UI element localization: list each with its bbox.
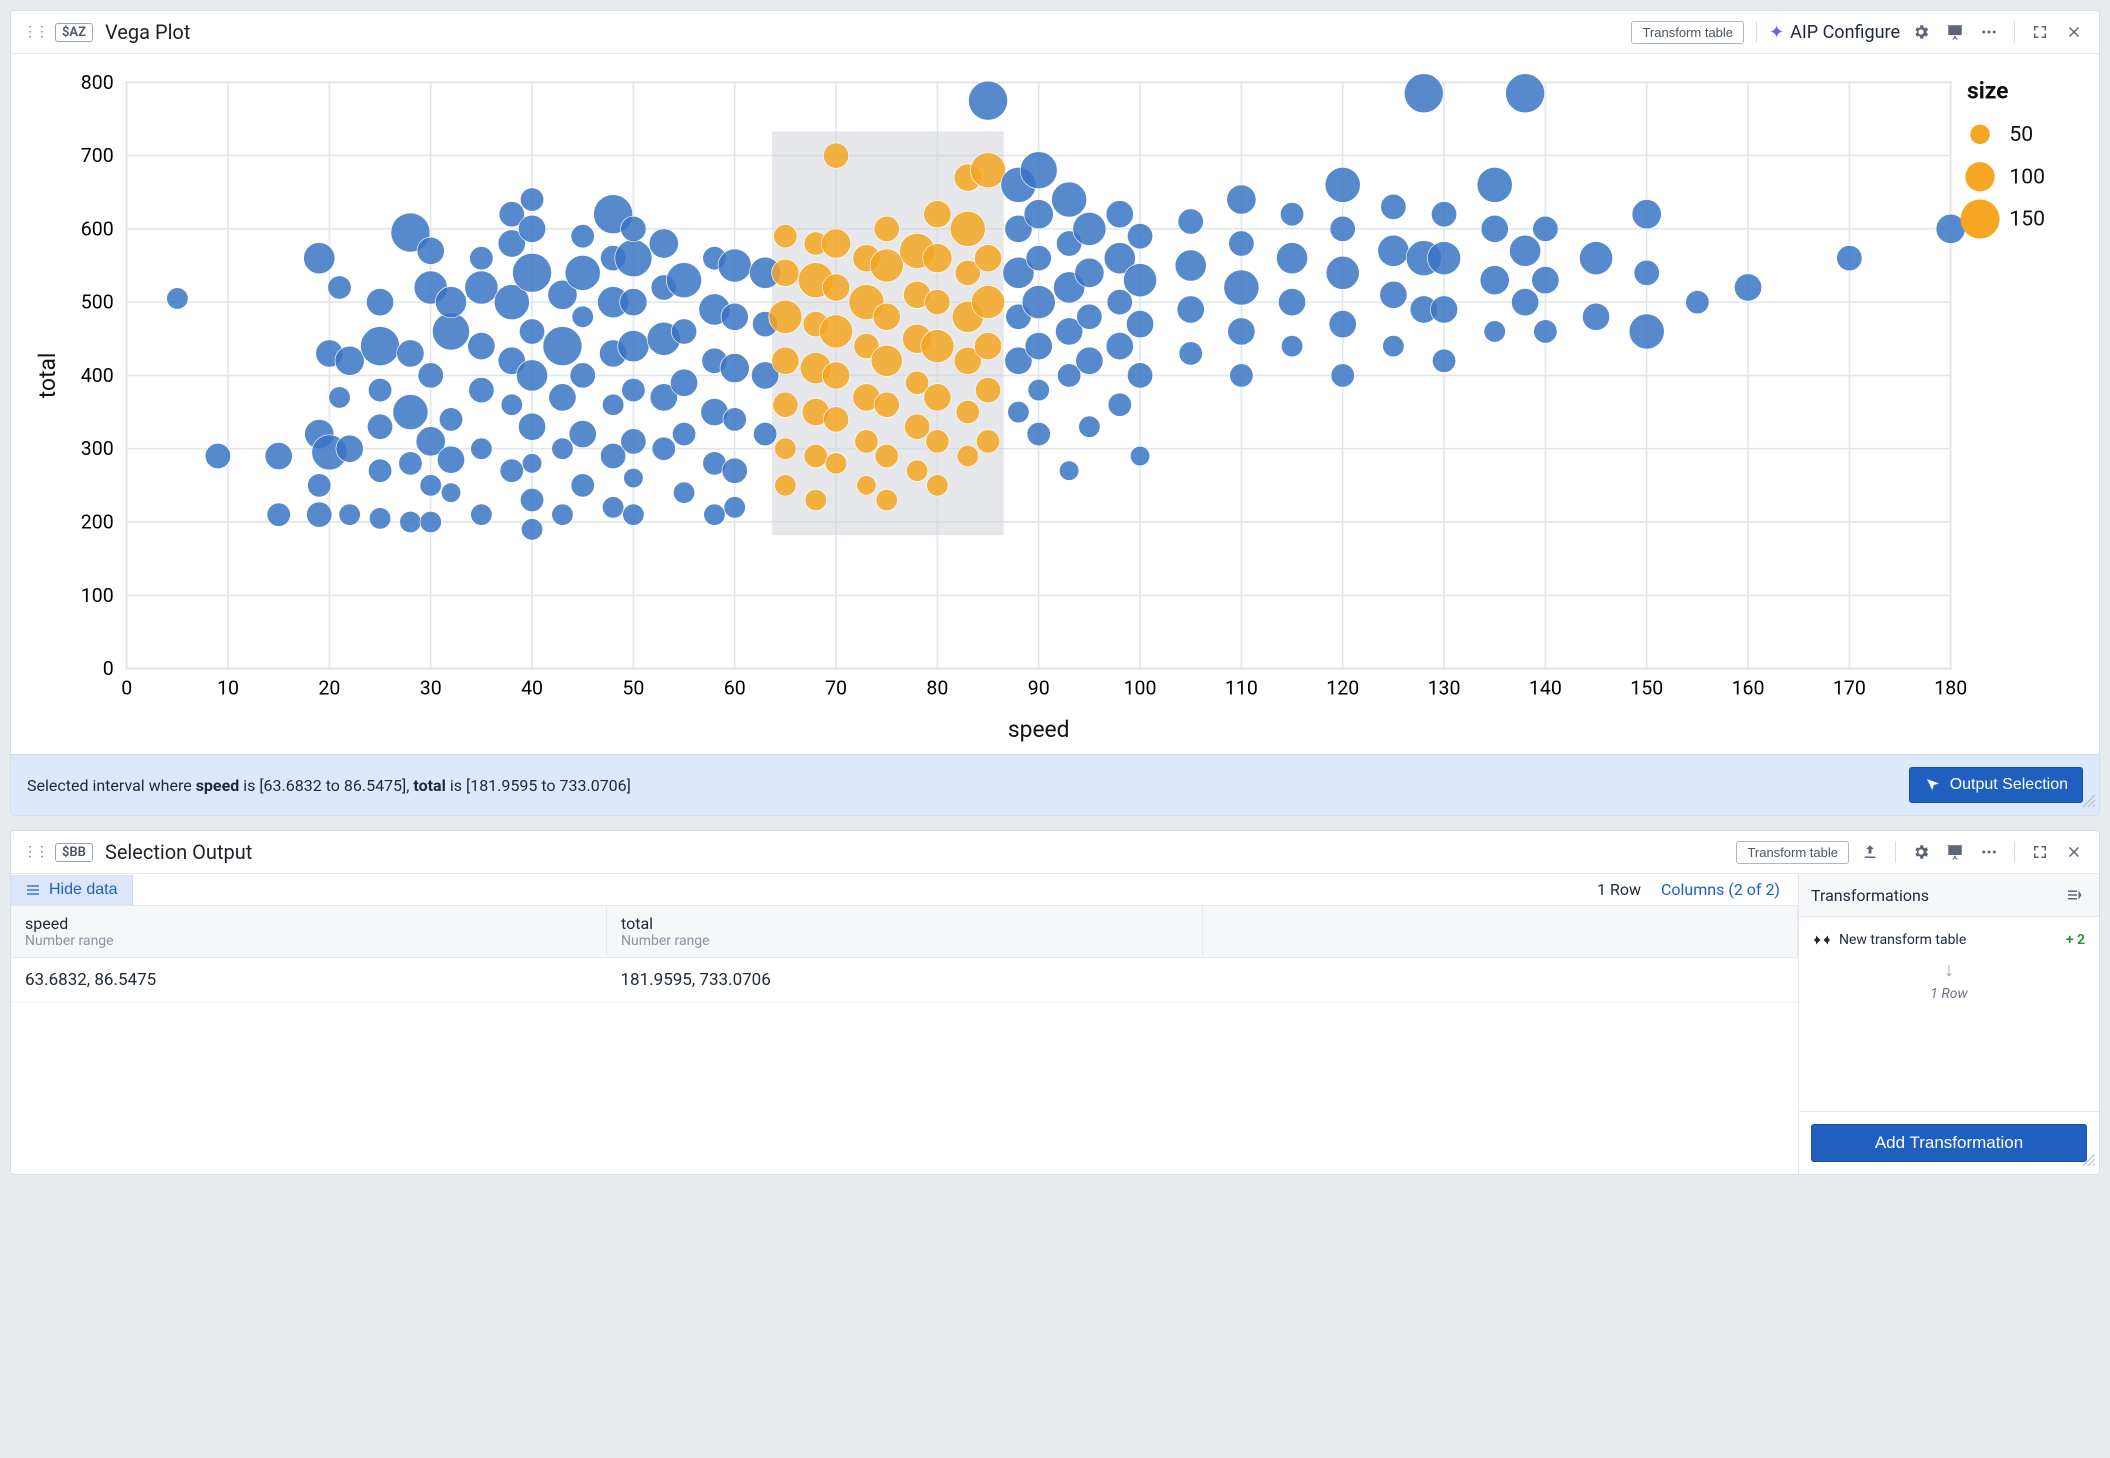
svg-text:0: 0 [121,677,132,700]
more-icon[interactable] [1976,839,2002,865]
panel-title: Vega Plot [105,20,190,44]
expand-icon[interactable] [2027,19,2053,45]
svg-text:110: 110 [1225,677,1258,700]
svg-text:30: 30 [420,677,442,700]
transformations-header: Transformations [1799,874,2099,917]
svg-text:700: 700 [81,144,114,167]
svg-text:400: 400 [81,364,114,387]
scatter-plot[interactable]: 0 10 20 30 40 50 60 70 80 90 100 110 120 130 140 150 160… [29,66,2081,750]
svg-text:90: 90 [1028,677,1050,700]
transform-item[interactable]: New transform table + 2 [1813,931,2085,949]
resize-handle-icon[interactable] [2083,1154,2095,1170]
svg-text:100: 100 [2009,164,2045,189]
svg-text:120: 120 [1326,677,1359,700]
table-toolbar: Hide data 1 Row Columns (2 of 2) [11,874,1798,906]
svg-text:150: 150 [2009,207,2045,232]
transformations-footer: Add Transformation [1799,1111,2099,1174]
sparkle-icon: ✦ [1769,22,1784,43]
transform-table-button[interactable]: Transform table [1736,841,1849,864]
svg-text:80: 80 [926,677,948,700]
divider [2014,841,2015,863]
expand-icon[interactable] [2027,839,2053,865]
collapse-icon [25,882,41,898]
svg-text:100: 100 [1124,677,1157,700]
transformations-sidebar: Transformations New transform table + 2 … [1799,874,2099,1174]
svg-text:500: 500 [81,291,114,314]
gear-icon[interactable] [1908,19,1934,45]
svg-text:300: 300 [81,437,114,460]
svg-text:0: 0 [103,657,114,680]
table-row[interactable]: 63.6832, 86.5475181.9595, 733.0706 [11,958,1798,1003]
divider [1756,21,1757,43]
data-table: speedNumber rangetotalNumber range 63.68… [11,906,1798,1003]
more-icon[interactable] [1976,19,2002,45]
svg-text:speed: speed [1008,716,1070,743]
upload-icon[interactable] [1857,839,1883,865]
svg-text:20: 20 [318,677,340,700]
columns-link[interactable]: Columns (2 of 2) [1661,880,1780,899]
var-tag[interactable]: $AZ [55,23,93,42]
selection-bar: Selected interval where speed is [63.683… [11,754,2099,815]
divider [2014,21,2015,43]
svg-text:160: 160 [1732,677,1765,700]
arrow-down-icon: ↓ [1944,957,1954,982]
aip-configure-button[interactable]: ✦ AIP Configure [1769,22,1900,43]
svg-text:150: 150 [1630,677,1663,700]
selection-text: Selected interval where speed is [63.683… [27,776,631,795]
presentation-icon[interactable] [1942,19,1968,45]
svg-text:40: 40 [521,677,543,700]
svg-text:50: 50 [2009,122,2033,147]
aip-label: AIP Configure [1790,22,1900,43]
resize-handle-icon[interactable] [2083,795,2095,811]
row-count: 1 Row [1597,880,1641,899]
output-selection-button[interactable]: Output Selection [1909,767,2083,803]
column-header[interactable]: totalNumber range [607,906,1203,958]
table-area: Hide data 1 Row Columns (2 of 2) speedNu… [11,874,1799,1174]
svg-text:170: 170 [1833,677,1866,700]
svg-text:70: 70 [825,677,847,700]
var-tag[interactable]: $BB [55,843,93,862]
transform-table-button[interactable]: Transform table [1631,21,1744,44]
gear-icon[interactable] [1908,839,1934,865]
svg-text:180: 180 [1934,677,1967,700]
add-transformation-button[interactable]: Add Transformation [1811,1124,2087,1162]
svg-text:600: 600 [81,217,114,240]
close-icon[interactable] [2061,19,2087,45]
drag-handle-icon[interactable]: ⋮⋮ [23,844,47,860]
svg-text:60: 60 [724,677,746,700]
svg-text:10: 10 [217,677,239,700]
panel-header: ⋮⋮ $AZ Vega Plot Transform table ✦ AIP C… [11,11,2099,54]
panel-header: ⋮⋮ $BB Selection Output Transform table [11,831,2099,874]
svg-text:50: 50 [622,677,644,700]
panel-body: Hide data 1 Row Columns (2 of 2) speedNu… [11,874,2099,1174]
svg-text:800: 800 [81,71,114,94]
vega-plot-panel: ⋮⋮ $AZ Vega Plot Transform table ✦ AIP C… [10,10,2100,816]
divider [1895,841,1896,863]
branch-icon [1813,931,1831,949]
presentation-icon[interactable] [1942,839,1968,865]
column-header[interactable]: speedNumber range [11,906,607,958]
svg-text:130: 130 [1428,677,1461,700]
svg-text:100: 100 [81,584,114,607]
chart-area[interactable]: 0 10 20 30 40 50 60 70 80 90 100 110 120 130 140 150 160… [11,54,2099,754]
collapse-sidebar-icon[interactable] [2061,882,2087,908]
transformations-body: New transform table + 2 ↓ 1 Row [1799,917,2099,1111]
delta-badge: + 2 [2066,932,2085,948]
svg-text:200: 200 [81,511,114,534]
hide-data-button[interactable]: Hide data [11,875,133,905]
cursor-icon [1924,776,1942,794]
close-icon[interactable] [2061,839,2087,865]
svg-text:size: size [1967,78,2008,105]
svg-text:total: total [34,353,61,399]
svg-text:140: 140 [1529,677,1562,700]
panel-title: Selection Output [105,840,252,864]
selection-output-panel: ⋮⋮ $BB Selection Output Transform table … [10,830,2100,1175]
drag-handle-icon[interactable]: ⋮⋮ [23,24,47,40]
transformations-title: Transformations [1811,886,1929,905]
transform-result: 1 Row [1930,986,1967,1002]
